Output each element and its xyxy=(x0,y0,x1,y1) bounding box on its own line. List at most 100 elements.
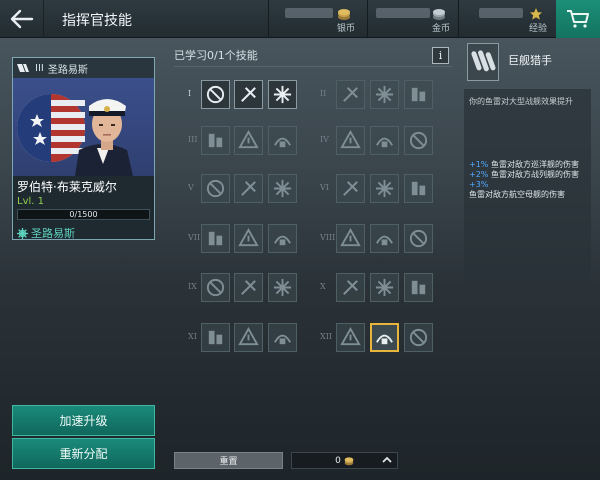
tier-label: VII xyxy=(188,233,201,242)
silver-resource[interactable]: 银币 xyxy=(285,4,365,34)
skills-learned-count: 已学习0/1个技能 xyxy=(174,49,258,62)
tier-label: XII xyxy=(320,332,333,341)
bonus-text: 鱼雷对敌方巡洋舰的伤害 xyxy=(490,160,579,169)
skill-icon xyxy=(274,235,291,246)
assigned-ship-name: 圣路易斯 xyxy=(31,227,75,240)
skill-slot[interactable] xyxy=(370,273,399,302)
gold-resource[interactable]: 金币 xyxy=(376,4,456,34)
info-button[interactable]: i xyxy=(432,47,449,64)
top-bar: 指挥官技能 银币 金币 经验 xyxy=(0,0,600,38)
silver-label: 银币 xyxy=(337,24,356,34)
silver-amount-redacted xyxy=(285,8,333,18)
skill-bonus-line: +1% 鱼雷对敌方巡洋舰的伤害 xyxy=(469,160,579,170)
skill-slot[interactable] xyxy=(268,80,297,109)
skill-slot[interactable] xyxy=(201,80,230,109)
skill-icon xyxy=(241,181,256,196)
skill-slot[interactable] xyxy=(404,224,433,253)
captain-level: Lvl. 1 xyxy=(17,196,44,207)
divider xyxy=(174,66,452,67)
skill-slot[interactable] xyxy=(234,323,263,352)
gold-label: 金币 xyxy=(432,24,451,34)
skill-bonus-line: 鱼雷对敌方航空母舰的伤害 xyxy=(469,190,565,200)
skill-slot[interactable] xyxy=(201,273,230,302)
skill-slot[interactable] xyxy=(234,80,263,109)
skill-slot[interactable] xyxy=(268,323,297,352)
xp-amount-redacted xyxy=(479,8,523,18)
skill-slot[interactable] xyxy=(234,174,263,203)
skill-slot[interactable] xyxy=(201,126,230,155)
skill-slot[interactable] xyxy=(201,323,230,352)
skill-slot[interactable] xyxy=(404,174,433,203)
skill-slot[interactable] xyxy=(234,126,263,155)
skill-icon xyxy=(343,87,358,102)
shop-cart-button[interactable] xyxy=(556,0,600,38)
page-title: 指挥官技能 xyxy=(62,13,132,29)
skill-icon xyxy=(238,228,259,247)
skill-icon xyxy=(206,85,225,104)
tier-label: VIII xyxy=(320,233,336,242)
skill-slot[interactable] xyxy=(336,126,365,155)
skill-description: 你的鱼雷对大型战舰效果提升 xyxy=(469,97,573,106)
assigned-ship[interactable]: 圣路易斯 xyxy=(13,221,154,245)
skill-icon xyxy=(411,87,426,102)
skill-slot[interactable] xyxy=(370,126,399,155)
skill-slot[interactable] xyxy=(336,273,365,302)
bonus-text: 鱼雷对敌方航空母舰的伤害 xyxy=(469,190,565,199)
skill-slot[interactable] xyxy=(234,273,263,302)
reset-skills-button[interactable]: 重置 xyxy=(174,452,283,469)
skill-icon xyxy=(409,328,428,347)
skill-icon xyxy=(241,280,256,295)
skill-detail-panel: 你的鱼雷对大型战舰效果提升 +1% 鱼雷对敌方巡洋舰的伤害 +2% 鱼雷对敌方战… xyxy=(464,89,591,282)
skill-slot[interactable] xyxy=(336,80,365,109)
redistribute-points-button[interactable]: 重新分配 xyxy=(12,438,155,469)
bonus-value: +2% xyxy=(469,170,489,179)
ship-wheel-icon xyxy=(17,227,28,239)
accelerate-training-button[interactable]: 加速升级 xyxy=(12,405,155,436)
skill-slot[interactable] xyxy=(404,273,433,302)
skill-slot[interactable] xyxy=(370,80,399,109)
skill-slot[interactable] xyxy=(404,126,433,155)
skill-slot[interactable] xyxy=(336,323,365,352)
skill-slot[interactable] xyxy=(268,224,297,253)
skill-slot[interactable] xyxy=(201,174,230,203)
reset-cost[interactable]: 0 xyxy=(291,452,398,469)
tier-label: IV xyxy=(320,135,329,144)
captain-card[interactable]: III 圣路易斯 罗伯特·布莱克威尔 Lvl. 1 0/1500 圣路易斯 xyxy=(12,57,155,240)
xp-resource[interactable]: 经验 xyxy=(479,4,555,34)
ship-tier: III xyxy=(35,62,44,74)
tier-label: IX xyxy=(188,282,197,291)
skill-slot[interactable] xyxy=(234,224,263,253)
skill-slot[interactable] xyxy=(336,224,365,253)
skill-icon xyxy=(343,181,358,196)
gold-amount-redacted xyxy=(376,8,430,18)
selected-skill-icon xyxy=(467,43,499,81)
skill-icon xyxy=(411,280,426,295)
divider xyxy=(367,0,368,38)
skill-slot[interactable] xyxy=(336,174,365,203)
skill-icon xyxy=(206,278,225,297)
skill-slot[interactable] xyxy=(370,224,399,253)
skill-slot[interactable] xyxy=(268,174,297,203)
skill-slot[interactable] xyxy=(268,126,297,155)
captain-name: 罗伯特·布莱克威尔 xyxy=(17,180,117,194)
xp-progress-bar: 0/1500 xyxy=(17,209,150,220)
tier-label: X xyxy=(320,282,326,291)
skill-icon xyxy=(241,87,256,102)
back-button[interactable] xyxy=(0,0,44,38)
tier-label: XI xyxy=(188,332,197,341)
skill-slot[interactable] xyxy=(404,80,433,109)
skill-icon xyxy=(274,137,291,148)
skill-slot[interactable] xyxy=(404,323,433,352)
skill-slot[interactable] xyxy=(370,174,399,203)
skill-icon xyxy=(376,235,393,246)
tier-label: III xyxy=(188,135,198,144)
bonus-value: +1% xyxy=(469,160,489,169)
portrait-image xyxy=(17,94,133,176)
skill-slot-selected[interactable] xyxy=(370,323,399,352)
divider xyxy=(268,0,269,38)
skill-icon xyxy=(375,278,394,297)
skill-slot[interactable] xyxy=(201,224,230,253)
skill-slot[interactable] xyxy=(268,273,297,302)
skill-icon xyxy=(208,133,223,148)
skill-icon xyxy=(238,327,259,346)
